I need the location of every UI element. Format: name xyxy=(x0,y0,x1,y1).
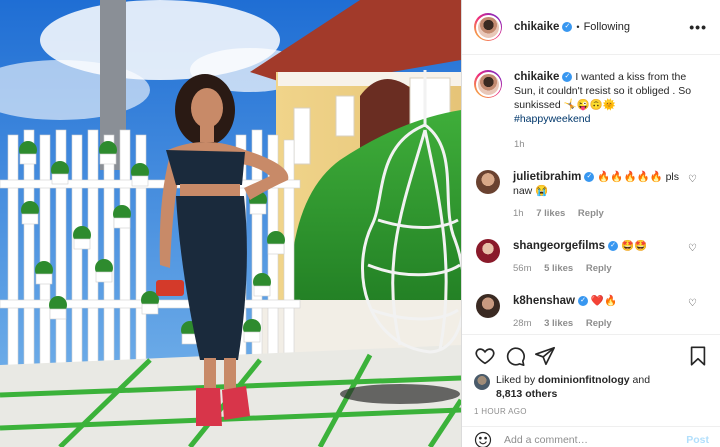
commenter-username[interactable]: shangeorgefilms xyxy=(513,240,605,252)
likes-summary: Liked by dominionfitnology and 8,813 oth… xyxy=(462,373,720,401)
reply-button[interactable]: Reply xyxy=(578,208,604,219)
verified-badge-icon: ✓ xyxy=(584,172,595,183)
comment-time[interactable]: 28m xyxy=(513,318,531,329)
commenter-username[interactable]: julietibrahim xyxy=(513,171,581,183)
post-actions: Liked by dominionfitnology and 8,813 oth… xyxy=(462,334,720,447)
commenter-avatar[interactable] xyxy=(476,239,500,263)
author-avatar[interactable] xyxy=(474,13,502,41)
verified-badge-icon: ✓ xyxy=(562,72,573,83)
reply-button[interactable]: Reply xyxy=(586,318,612,329)
reply-button[interactable]: Reply xyxy=(586,263,612,274)
commenter-avatar[interactable] xyxy=(476,170,500,194)
comments-list[interactable]: chikaike ✓ I wanted a kiss from the Sun, … xyxy=(462,56,720,334)
likes-count[interactable]: 8,813 others xyxy=(496,388,557,400)
liked-by-joiner: and xyxy=(632,374,651,386)
add-comment-bar: Post xyxy=(462,426,720,447)
like-heart-icon[interactable] xyxy=(474,345,496,367)
caption-author-avatar[interactable] xyxy=(474,70,502,98)
post-image xyxy=(0,0,461,447)
comment-bubble-icon[interactable] xyxy=(504,345,526,367)
post-timestamp[interactable]: 1 HOUR AGO xyxy=(462,407,720,416)
header-separator: • xyxy=(576,22,580,32)
like-comment-heart-icon[interactable]: ♡ xyxy=(688,243,697,254)
post-header: chikaike ✓ • Following ••• xyxy=(462,0,720,55)
post-side-panel: chikaike ✓ • Following ••• chikaike ✓ I w… xyxy=(461,0,720,447)
caption-time[interactable]: 1h xyxy=(514,138,707,152)
verified-badge-icon: ✓ xyxy=(562,22,573,32)
comment-item: k8henshaw ✓ ❤️🔥 28m 3 likes Reply ♡ xyxy=(474,294,707,331)
comment-time[interactable]: 56m xyxy=(513,263,531,274)
liker-avatar[interactable] xyxy=(474,374,490,390)
comment-likes[interactable]: 3 likes xyxy=(544,318,573,329)
verified-badge-icon: ✓ xyxy=(578,296,588,307)
liker-username[interactable]: dominionfitnology xyxy=(538,374,630,386)
emoji-smiley-icon[interactable] xyxy=(474,431,492,447)
commenter-avatar[interactable] xyxy=(476,294,500,318)
add-comment-input[interactable] xyxy=(504,433,687,446)
comment-item: julietibrahim ✓ 🔥🔥🔥🔥🔥 pls naw 😭 1h 7 like… xyxy=(474,170,707,221)
comment-text: 🤩🤩 xyxy=(620,240,648,252)
caption: chikaike ✓ I wanted a kiss from the Sun, … xyxy=(474,70,707,152)
comment-text: ❤️🔥 xyxy=(590,295,618,307)
following-button[interactable]: Following xyxy=(584,21,630,33)
more-options-icon[interactable]: ••• xyxy=(689,19,707,35)
author-username[interactable]: chikaike xyxy=(514,21,559,33)
like-comment-heart-icon[interactable]: ♡ xyxy=(688,174,697,185)
save-bookmark-icon[interactable] xyxy=(687,345,709,367)
liked-by-prefix: Liked by xyxy=(496,374,536,386)
comment-item: shangeorgefilms ✓ 🤩🤩 56m 5 likes Reply ♡ xyxy=(474,239,707,276)
post-photo[interactable] xyxy=(0,0,461,447)
comment-likes[interactable]: 7 likes xyxy=(536,208,565,219)
caption-username[interactable]: chikaike xyxy=(514,71,559,83)
post-comment-button[interactable]: Post xyxy=(686,434,709,446)
commenter-username[interactable]: k8henshaw xyxy=(513,295,575,307)
comment-time[interactable]: 1h xyxy=(513,208,524,219)
comment-likes[interactable]: 5 likes xyxy=(544,263,573,274)
share-send-icon[interactable] xyxy=(534,345,556,367)
like-comment-heart-icon[interactable]: ♡ xyxy=(688,298,697,309)
caption-hashtag[interactable]: #happyweekend xyxy=(514,113,590,125)
verified-badge-icon: ✓ xyxy=(608,241,619,252)
